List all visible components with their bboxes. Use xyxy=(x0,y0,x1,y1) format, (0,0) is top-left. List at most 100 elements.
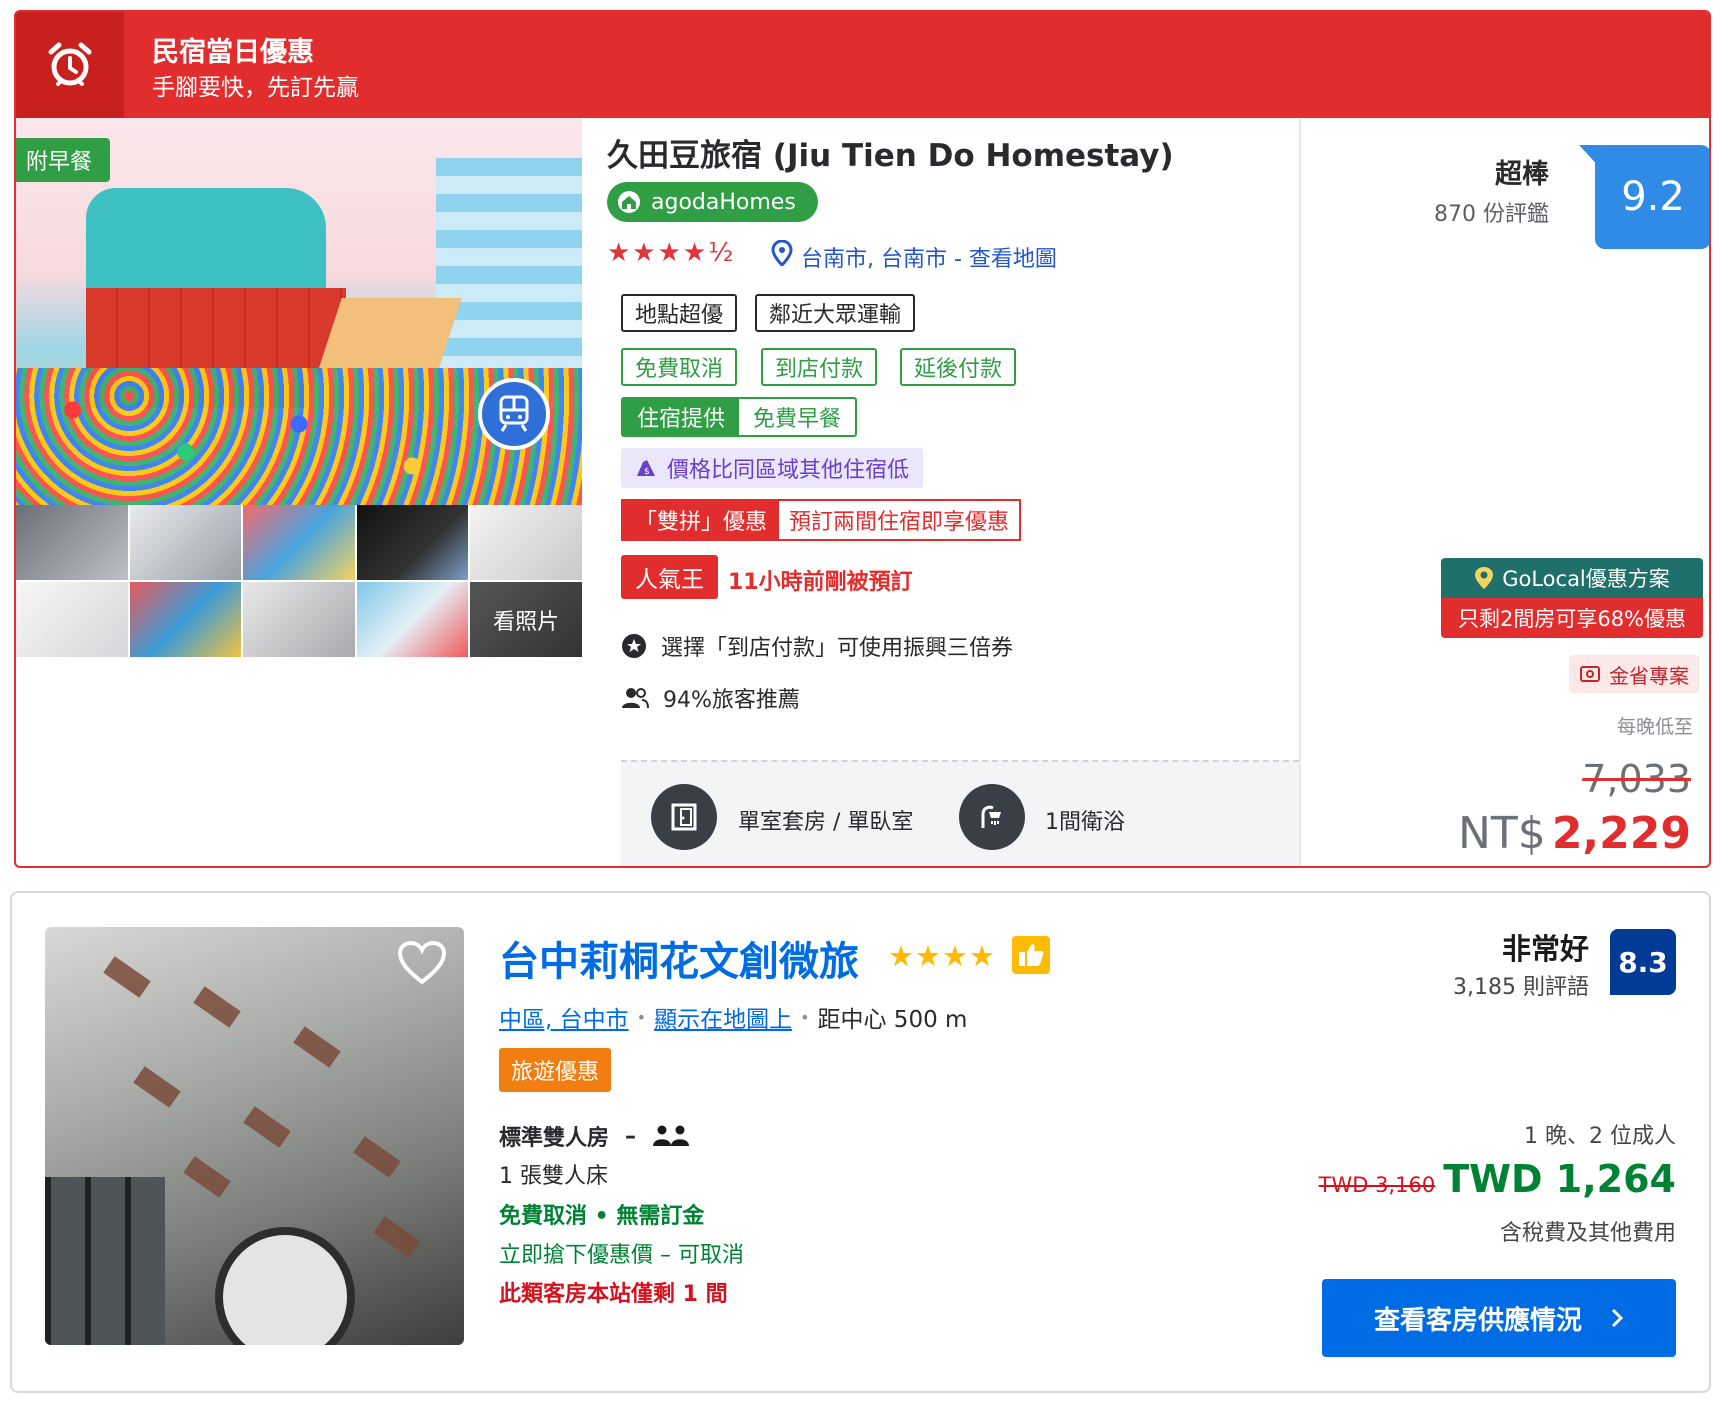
cheaper-price-tag: $ 價格比同區域其他住宿低 xyxy=(621,448,924,488)
room-type: 單室套房 / 單臥室 xyxy=(738,810,914,835)
map-pin-icon xyxy=(771,240,793,266)
divider xyxy=(1299,118,1301,866)
location-link[interactable]: 台南市, 台南市 - 查看地圖 xyxy=(801,241,1057,273)
voucher-note: 選擇「到店付款」可使用振興三倍券 xyxy=(621,630,1013,662)
see-availability-button[interactable]: 查看客房供應情況 xyxy=(1322,1279,1676,1357)
thumbnail[interactable] xyxy=(356,505,469,580)
agoda-homes-label: agodaHomes xyxy=(651,189,796,215)
rating-word: 非常好 xyxy=(1501,932,1589,966)
room-name[interactable]: 標準雙人房 xyxy=(499,1120,609,1152)
policy-tag-free-cancel: 免費取消 xyxy=(621,348,738,386)
original-price: 7,033 xyxy=(1582,757,1691,801)
room-features: 單室套房 / 單臥室 1間衛浴 xyxy=(621,760,1299,866)
golocal-badge: GoLocal優惠方案 xyxy=(1441,558,1703,598)
hotel-name[interactable]: 久田豆旅宿 (Jiu Tien Do Homestay) xyxy=(607,130,1174,175)
review-score: 9.2 xyxy=(1595,145,1709,249)
highlight-tag-location: 地點超優 xyxy=(621,294,738,332)
distance: 距中心 500 m xyxy=(817,1007,968,1033)
duo-deal-label: 「雙拼」優惠 xyxy=(623,501,780,539)
stay-info: 1 晚、2 位成人 xyxy=(1524,1124,1676,1149)
recommend-note: 94%旅客推薦 xyxy=(621,682,800,714)
saver-badge: 金省專案 xyxy=(1569,655,1699,693)
svg-text:$: $ xyxy=(644,467,650,477)
agoda-homes-badge: agodaHomes xyxy=(607,182,818,222)
meal-tag: 住宿提供 免費早餐 xyxy=(621,397,858,437)
bed-info: 1 張雙人床 xyxy=(499,1164,608,1189)
deal-title: 民宿當日優惠 xyxy=(152,37,314,68)
two-persons-icon xyxy=(653,1125,690,1146)
policy-tag-pay-at-hotel: 到店付款 xyxy=(761,348,878,386)
agoda-hotel-card[interactable]: 民宿當日優惠 手腳要快，先訂先贏 看照片 附早餐 久田豆旅宿 (Jiu Tien… xyxy=(14,10,1711,868)
recent-booking-note: 11小時前剛被預訂 xyxy=(728,570,913,595)
shower-icon xyxy=(959,784,1025,850)
breakfast-badge: 附早餐 xyxy=(16,138,110,182)
thumbnail[interactable] xyxy=(356,582,469,657)
thumbnail[interactable] xyxy=(129,505,242,580)
price-tag-icon: $ xyxy=(637,460,655,477)
thumbnail[interactable] xyxy=(16,505,128,580)
meal-label: 住宿提供 xyxy=(623,399,740,435)
hotel-photo[interactable] xyxy=(45,927,464,1345)
people-icon xyxy=(622,688,649,709)
free-cancel-note: 免費取消 • 無需訂金 xyxy=(499,1204,705,1229)
rating-word: 超棒 xyxy=(1495,159,1549,190)
location-pin-icon xyxy=(1475,567,1494,589)
original-price: TWD 3,160 xyxy=(1318,1173,1436,1197)
star-circle-icon xyxy=(622,634,646,658)
current-price: TWD 1,264 xyxy=(1443,1157,1676,1201)
availability-label: 查看客房供應情況 xyxy=(1373,1305,1582,1336)
deal-banner: 民宿當日優惠 手腳要快，先訂先贏 xyxy=(16,12,1709,118)
alarm-clock-icon xyxy=(16,12,124,118)
duo-deal-tag: 「雙拼」優惠 預訂兩間住宿即享優惠 xyxy=(621,499,1022,541)
show-on-map-link[interactable]: 顯示在地圖上 xyxy=(654,1000,792,1034)
transit-button[interactable] xyxy=(478,378,550,450)
cash-icon xyxy=(1580,666,1600,682)
golocal-label: GoLocal優惠方案 xyxy=(1502,567,1670,591)
booking-hotel-card[interactable]: 台中莉桐花文創微旅 ★★★★ 中區, 台中市 • 顯示在地圖上 • 距中心 50… xyxy=(10,891,1711,1393)
current-price: NT$ 2,229 xyxy=(1458,808,1691,859)
policy-tag-pay-later: 延後付款 xyxy=(900,348,1017,386)
bathroom-count: 1間衛浴 xyxy=(1045,810,1125,835)
price-amount: 2,229 xyxy=(1551,808,1691,859)
meal-value: 免費早餐 xyxy=(753,407,842,432)
star-rating: ★★★★ xyxy=(888,939,996,973)
room-dash: – xyxy=(625,1123,637,1149)
thumbnail[interactable] xyxy=(16,582,128,657)
rooms-left-note: 此類客房本站僅剩 1 間 xyxy=(499,1282,728,1307)
photo-thumbnails: 看照片 xyxy=(16,505,582,657)
saver-label: 金省專案 xyxy=(1609,663,1689,688)
per-night-label: 每晚低至 xyxy=(1616,716,1693,738)
review-count[interactable]: 3,185 則評語 xyxy=(1453,969,1589,1001)
thumbnail[interactable] xyxy=(243,582,355,657)
golocal-rooms-left: 只剩2間房可享68%優惠 xyxy=(1441,598,1703,638)
door-icon xyxy=(651,784,717,850)
review-score: 8.3 xyxy=(1610,929,1676,995)
area-link[interactable]: 中區, 台中市 xyxy=(499,1000,629,1034)
location-row: 中區, 台中市 • 顯示在地圖上 • 距中心 500 m xyxy=(499,1000,967,1034)
chevron-right-icon xyxy=(1611,1308,1624,1328)
popular-badge: 人氣王 xyxy=(621,555,718,599)
heart-icon[interactable] xyxy=(397,940,447,986)
star-rating: ★★★★½ xyxy=(607,238,736,268)
voucher-text: 選擇「到店付款」可使用振興三倍券 xyxy=(661,636,1014,661)
room-name-row: 標準雙人房 – xyxy=(499,1120,690,1152)
recommend-text: 94%旅客推薦 xyxy=(663,688,800,713)
currency: NT$ xyxy=(1458,808,1546,859)
deal-subtitle: 手腳要快，先訂先贏 xyxy=(152,75,359,101)
tax-note: 含稅費及其他費用 xyxy=(1499,1221,1676,1246)
price-row: TWD 3,160 TWD 1,264 xyxy=(1319,1157,1676,1201)
thumbnail[interactable] xyxy=(243,505,355,580)
thumbnail[interactable] xyxy=(470,505,582,580)
highlight-tag-transit: 鄰近大眾運輸 xyxy=(755,294,916,332)
hotel-name[interactable]: 台中莉桐花文創微旅 xyxy=(499,929,859,987)
more-photos-button[interactable]: 看照片 xyxy=(470,582,582,657)
review-count[interactable]: 870 份評鑑 xyxy=(1434,196,1549,228)
cheaper-price-label: 價格比同區域其他住宿低 xyxy=(667,458,910,483)
duo-deal-value: 預訂兩間住宿即享優惠 xyxy=(789,510,1010,535)
train-icon xyxy=(499,395,529,432)
travel-deal-badge: 旅遊優惠 xyxy=(499,1048,612,1092)
thumbnail[interactable] xyxy=(129,582,242,657)
grab-deal-note: 立即搶下優惠價 – 可取消 xyxy=(499,1243,744,1268)
more-photos-label: 看照片 xyxy=(493,609,560,635)
home-icon xyxy=(618,191,640,213)
